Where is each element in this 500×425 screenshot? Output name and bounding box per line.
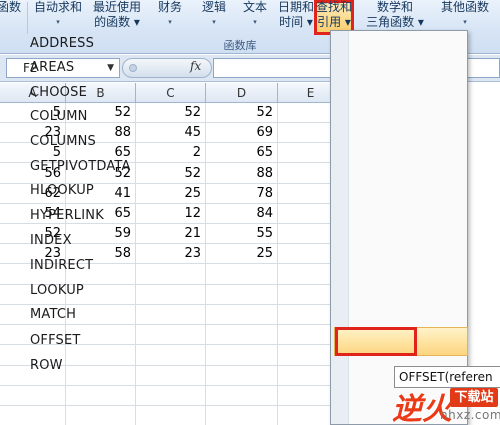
column-gridline: [277, 103, 278, 425]
menu-item-columns[interactable]: COLUMNS: [30, 133, 96, 151]
menu-item-lookup[interactable]: LOOKUP: [30, 282, 84, 300]
cell-d4[interactable]: 88: [206, 163, 278, 184]
column-gridline: [205, 103, 206, 425]
cell-c4[interactable]: 52: [136, 163, 206, 184]
insert-function-button[interactable]: 函数: [0, 0, 24, 15]
math-trig-label-2: 三角函数 ▾: [366, 15, 424, 29]
menu-item-match[interactable]: MATCH: [30, 306, 76, 324]
logical-chevron-down-icon: ▾: [212, 18, 216, 26]
cell-d1[interactable]: 52: [206, 103, 278, 123]
menu-item-getpivotdata[interactable]: GETPIVOTDATA: [30, 158, 131, 176]
menu-item-column[interactable]: COLUMN: [30, 108, 88, 126]
autosum-label: 自动求和: [33, 0, 82, 14]
empty-row-gridline: [0, 304, 330, 305]
cell-d5[interactable]: 78: [206, 183, 278, 204]
cell-d3[interactable]: 65: [206, 143, 278, 164]
logical-label: 逻辑: [201, 0, 226, 14]
watermark-badge: 下载站: [450, 388, 498, 407]
math-trig-label-1: 数学和: [376, 0, 413, 14]
recently-used-label-1: 最近使用: [92, 0, 141, 14]
insert-function-fx-icon[interactable]: fx: [190, 59, 201, 73]
cell-d8[interactable]: 25: [206, 244, 278, 265]
cell-c6[interactable]: 12: [136, 204, 206, 224]
autosum-button[interactable]: 自动求和 ▾: [30, 0, 86, 30]
name-box-chevron-down-icon[interactable]: ▼: [107, 59, 114, 77]
text-chevron-down-icon: ▾: [253, 18, 257, 26]
math-trig-button[interactable]: 数学和 三角函数 ▾: [362, 0, 428, 30]
watermark-url: nhxz.com: [440, 408, 500, 422]
ribbon-separator: [27, 2, 28, 34]
date-time-label-1: 日期和: [277, 0, 314, 14]
cell-d2[interactable]: 69: [206, 123, 278, 144]
menu-item-areas[interactable]: AREAS: [30, 59, 74, 77]
cell-b7[interactable]: 59: [66, 224, 136, 245]
menu-item-indirect[interactable]: INDIRECT: [30, 257, 93, 275]
menu-item-offset[interactable]: OFFSET: [30, 332, 81, 350]
lookup-reference-text: 查找和 引用 ▾: [314, 0, 354, 30]
menu-item-index[interactable]: INDEX: [30, 232, 72, 250]
logical-button[interactable]: 逻辑 ▾: [195, 0, 233, 30]
lookup-reference-label-2: 引用 ▾: [317, 15, 351, 29]
recently-used-button[interactable]: 最近使用 的函数 ▾: [88, 0, 146, 30]
cell-c2[interactable]: 45: [136, 123, 206, 144]
insert-function-label: 函数: [0, 0, 21, 14]
menu-icon-strip: [331, 31, 349, 424]
empty-row-gridline: [0, 384, 330, 386]
text-button[interactable]: 文本 ▾: [236, 0, 274, 30]
menu-item-hlookup[interactable]: HLOOKUP: [30, 182, 94, 200]
recently-used-label-2: 的函数 ▾: [94, 15, 140, 29]
cell-c7[interactable]: 21: [136, 224, 206, 245]
more-functions-label: 其他函数: [440, 0, 489, 14]
autosum-chevron-down-icon: ▾: [56, 18, 60, 26]
empty-row-gridline: [0, 324, 330, 326]
more-functions-button[interactable]: 其他函数 ▾: [432, 0, 498, 30]
date-time-label-2: 时间 ▾: [279, 15, 313, 29]
cell-c5[interactable]: 25: [136, 183, 206, 204]
text-label: 文本: [242, 0, 267, 14]
menu-item-row[interactable]: ROW: [30, 357, 63, 375]
column-gridline: [135, 103, 136, 425]
cell-c8[interactable]: 23: [136, 244, 206, 265]
empty-row-gridline: [0, 405, 330, 406]
menu-item-hyperlink[interactable]: HYPERLINK: [30, 207, 104, 225]
splitter-handle-icon[interactable]: [129, 64, 137, 72]
more-functions-chevron-down-icon: ▾: [463, 18, 467, 26]
cell-c3[interactable]: 2: [136, 143, 206, 164]
offset-callout-box: [335, 327, 417, 356]
column-header-c[interactable]: C: [136, 83, 206, 103]
excel-window: 函数 自动求和 ▾ 最近使用 的函数 ▾ 财务 ▾ 逻辑 ▾ 文本 ▾ 日期和 …: [0, 0, 500, 425]
financial-label: 财务: [157, 0, 182, 14]
financial-chevron-down-icon: ▾: [168, 18, 172, 26]
financial-button[interactable]: 财务 ▾: [148, 0, 192, 30]
cell-d6[interactable]: 84: [206, 204, 278, 224]
cell-c1[interactable]: 52: [136, 103, 206, 123]
function-library-group-label: 函数库: [223, 39, 257, 52]
cell-d7[interactable]: 55: [206, 224, 278, 245]
column-header-d[interactable]: D: [206, 83, 278, 103]
lookup-reference-label-1: 查找和: [315, 0, 352, 14]
menu-item-address[interactable]: ADDRESS: [30, 35, 94, 53]
date-time-button[interactable]: 日期和 时间 ▾: [277, 0, 315, 30]
watermark: 逆火 下载站 nhxz.com: [392, 384, 500, 425]
menu-item-choose[interactable]: CHOOSE: [30, 84, 87, 102]
